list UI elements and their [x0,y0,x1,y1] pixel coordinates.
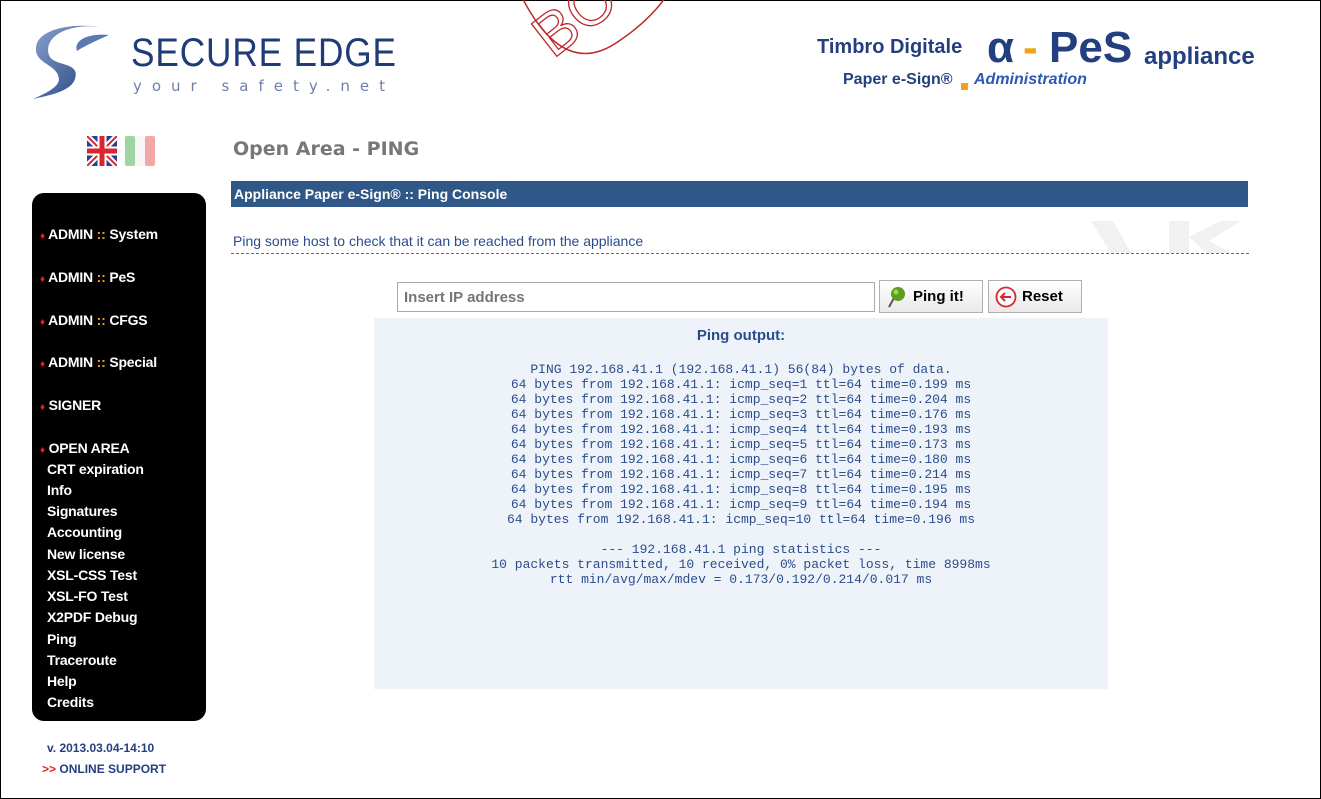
sidebar-subitem-accounting[interactable]: Accounting [47,524,122,540]
ip-address-input[interactable] [397,282,875,312]
output-line: rtt min/avg/max/mdev = 0.173/0.192/0.214… [549,572,933,587]
menu-prefix: ADMIN [48,226,93,242]
italy-flag-icon[interactable] [125,136,155,166]
ping-output-title: Ping output: [696,327,786,344]
output-line: 64 bytes from 192.168.41.1: icmp_seq=3 t… [510,407,972,422]
menu-separator: :: [96,312,106,328]
diamond-bullet-icon: ♦ [40,359,45,370]
sidebar-item-signer[interactable]: ♦ SIGNER [40,397,101,413]
menu-separator: :: [96,226,106,242]
sidebar-subitem-new-license[interactable]: New license [47,546,125,562]
uk-flag-icon[interactable] [87,136,117,166]
sidebar-item-admin-system[interactable]: ♦ ADMIN :: System [40,226,158,242]
sidebar-subitem-help[interactable]: Help [47,673,77,689]
pin-icon [888,286,905,307]
sidebar-menu: ♦ ADMIN :: System ♦ ADMIN :: PeS ♦ ADMIN… [32,193,206,721]
diamond-bullet-icon: ♦ [40,317,45,328]
support-label: ONLINE SUPPORT [59,762,167,776]
output-line: 64 bytes from 192.168.41.1: icmp_seq=2 t… [510,392,972,407]
output-line: 64 bytes from 192.168.41.1: icmp_seq=9 t… [510,497,972,512]
swirl-logo-icon [33,25,109,99]
sidebar-subitem-credits[interactable]: Credits [47,694,94,710]
version-label: v. 2013.03.04-14:10 [47,741,155,755]
output-line: --- 192.168.41.1 ping statistics --- [600,542,882,557]
diamond-bullet-icon: ♦ [40,231,45,242]
console-title-bar: Appliance Paper e-Sign® :: Ping Console [231,181,1248,207]
menu-prefix: ADMIN [48,269,93,285]
menu-label: System [109,226,158,242]
support-arrows: >> [42,762,57,776]
sidebar-subitem-traceroute[interactable]: Traceroute [47,652,117,668]
product-alpha: α [987,23,1015,72]
output-line: 64 bytes from 192.168.41.1: icmp_seq=4 t… [510,422,972,437]
ping-button[interactable]: Ping it! [879,280,983,313]
sidebar-item-admin-pes[interactable]: ♦ ADMIN :: PeS [40,269,135,285]
sidebar-subitem-signatures[interactable]: Signatures [47,503,118,519]
output-line: 64 bytes from 192.168.41.1: icmp_seq=8 t… [510,482,972,497]
output-line: 10 packets transmitted, 10 received, 0% … [491,557,991,572]
product-pes: PeS [1049,23,1133,72]
reset-button-label: Reset [1022,288,1063,305]
product-prefix: Timbro Digitale [817,36,963,58]
output-line: 64 bytes from 192.168.41.1: icmp_seq=1 t… [510,377,972,392]
menu-prefix: ADMIN [48,312,93,328]
product-area: Administration [974,71,1087,88]
menu-prefix: ADMIN [48,354,93,370]
page-title: Open Area - PING [233,138,420,160]
ping-output-text: PING 192.168.41.1 (192.168.41.1) 56(84) … [374,362,1108,587]
sidebar-subitem-ping[interactable]: Ping [47,631,77,647]
product-logo: Timbro Digitale α - PeS appliance Paper … [811,23,1301,91]
product-suffix: appliance [1144,43,1255,70]
back-arrow-icon [995,286,1017,307]
language-selector [87,136,155,168]
menu-prefix: SIGNER [48,397,102,413]
brand-name: SECURE EDGE [131,31,397,75]
output-line: PING 192.168.41.1 (192.168.41.1) 56(84) … [530,362,952,377]
diamond-bullet-icon: ♦ [40,445,45,456]
watermark-stamp: BO [519,0,665,70]
ping-button-label: Ping it! [913,288,964,305]
menu-label: Special [109,354,157,370]
diamond-bullet-icon: ♦ [40,274,45,285]
sidebar-subitem-x2pdf-debug[interactable]: X2PDF Debug [47,609,138,625]
online-support-link[interactable]: >> ONLINE SUPPORT [42,762,166,776]
reset-button[interactable]: Reset [988,280,1082,313]
output-line: 64 bytes from 192.168.41.1: icmp_seq=10 … [506,512,976,527]
sidebar-item-open-area[interactable]: ♦ OPEN AREA [40,440,130,456]
dashed-divider [231,253,1249,254]
ping-output-panel: Ping output: PING 192.168.41.1 (192.168.… [374,318,1108,689]
menu-label: PeS [109,269,136,285]
page-description: Ping some host to check that it can be r… [233,233,644,249]
menu-label: CFGS [109,312,148,328]
output-line: 64 bytes from 192.168.41.1: icmp_seq=7 t… [510,467,972,482]
secure-edge-logo[interactable]: SECURE EDGE your safety.net [31,21,396,101]
sidebar-subitem-crt-expiration[interactable]: CRT expiration [47,461,144,477]
product-dash: - [1023,23,1038,72]
watermark-text: BO [520,0,630,70]
menu-separator: :: [96,354,106,370]
sidebar-item-admin-special[interactable]: ♦ ADMIN :: Special [40,354,157,370]
sidebar-subitem-xsl-css-test[interactable]: XSL-CSS Test [47,567,137,583]
background-watermark-icon [1091,221,1241,253]
sidebar-item-admin-cfgs[interactable]: ♦ ADMIN :: CFGS [40,312,148,328]
brand-tagline: your safety.net [133,77,396,95]
product-subtitle: Paper e-Sign® [843,71,953,88]
output-line: 64 bytes from 192.168.41.1: icmp_seq=6 t… [510,452,972,467]
menu-prefix: OPEN AREA [48,440,130,456]
sidebar-subitem-info[interactable]: Info [47,482,72,498]
output-line: 64 bytes from 192.168.41.1: icmp_seq=5 t… [510,437,972,452]
diamond-bullet-icon: ♦ [40,402,45,413]
sidebar-subitem-xsl-fo-test[interactable]: XSL-FO Test [47,588,128,604]
menu-separator: :: [96,269,106,285]
orange-square-icon [961,83,968,90]
